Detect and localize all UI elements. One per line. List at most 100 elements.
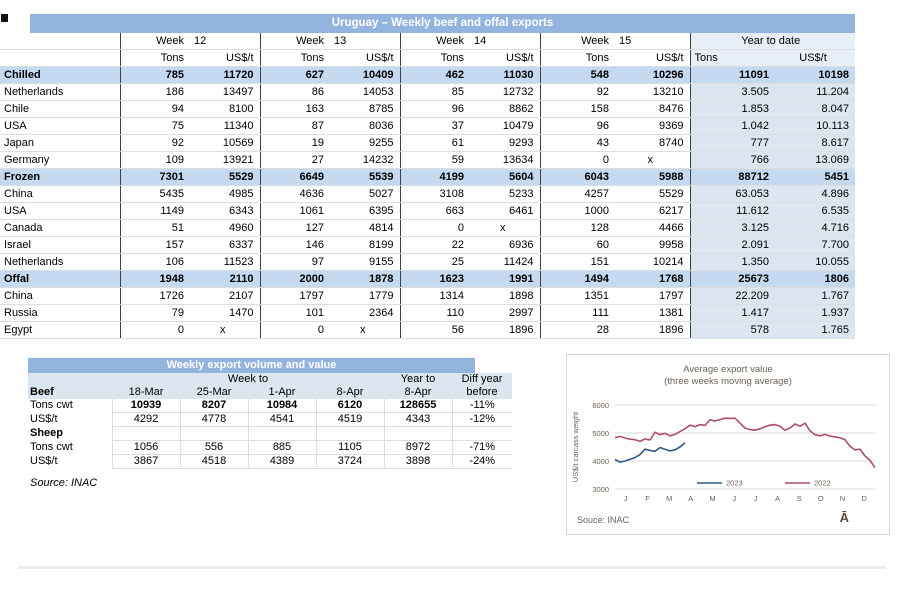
column-header: 25-Mar	[180, 386, 248, 399]
value-cell: 3.125	[690, 220, 775, 237]
value-cell: 1896	[615, 322, 690, 339]
column-header: Year to	[384, 373, 452, 386]
value-cell: 3108	[400, 186, 470, 203]
value-cell: 4389	[248, 455, 316, 469]
value-cell: 92	[120, 135, 190, 152]
column-header	[0, 50, 120, 67]
value-cell: 885	[248, 441, 316, 455]
value-cell: 97	[260, 254, 330, 271]
value-cell: 7.700	[775, 237, 855, 254]
value-cell: 2997	[470, 305, 540, 322]
value-cell: 1878	[330, 271, 400, 288]
value-cell: 157	[120, 237, 190, 254]
value-cell: 6649	[260, 169, 330, 186]
column-header: Week	[400, 33, 470, 50]
value-cell: 1.350	[690, 254, 775, 271]
row-label: China	[0, 186, 120, 203]
row-label: Tons cwt	[28, 441, 112, 455]
column-header: US$/t	[470, 50, 540, 67]
value-cell: 43	[540, 135, 615, 152]
value-cell: 4518	[180, 455, 248, 469]
table-row: US$/t42924778454145194343-12%	[28, 413, 512, 427]
value-cell: 6337	[190, 237, 260, 254]
value-cell: 94	[120, 101, 190, 118]
value-cell	[180, 427, 248, 441]
value-cell: 109	[120, 152, 190, 169]
column-header: Week	[540, 33, 615, 50]
export-value-line-chart: 6000500040003000JFMAMJJASONDUS$/t carcas…	[569, 391, 887, 507]
svg-text:2022: 2022	[814, 479, 831, 488]
column-header: before	[452, 386, 512, 399]
value-cell: 2107	[190, 288, 260, 305]
table-row: Chile948100163878596886215884761.8538.04…	[0, 101, 855, 118]
value-cell: -12%	[452, 413, 512, 427]
table-row: Netherlands10611523979155251142415110214…	[0, 254, 855, 271]
value-cell: 127	[260, 220, 330, 237]
column-header: 12	[190, 33, 260, 50]
svg-text:D: D	[861, 494, 867, 503]
chart-panel: Average export value (three weeks moving…	[566, 354, 890, 535]
value-cell: 22.209	[690, 288, 775, 305]
column-header: 13	[330, 33, 400, 50]
row-label: Germany	[0, 152, 120, 169]
column-header: 15	[615, 33, 690, 50]
value-cell: -24%	[452, 455, 512, 469]
value-cell: 8100	[190, 101, 260, 118]
table-row: Japan92105691992556192934387407778.617	[0, 135, 855, 152]
value-cell: 1896	[470, 322, 540, 339]
weekly-volume-table-head: Week toYear toDiff yearBeef18-Mar25-Mar1…	[28, 373, 512, 399]
row-label: Chile	[0, 101, 120, 118]
value-cell: x	[615, 152, 690, 169]
value-cell: 10.113	[775, 118, 855, 135]
value-cell: 8972	[384, 441, 452, 455]
value-cell: 2000	[260, 271, 330, 288]
value-cell: 85	[400, 84, 470, 101]
row-label: Russia	[0, 305, 120, 322]
value-cell: 6217	[615, 203, 690, 220]
value-cell: 51	[120, 220, 190, 237]
value-cell: 13921	[190, 152, 260, 169]
value-cell: 25	[400, 254, 470, 271]
value-cell: 86	[260, 84, 330, 101]
value-cell: 22	[400, 237, 470, 254]
table-row: Egypt0x0x5618962818965781.765	[0, 322, 855, 339]
value-cell: 1623	[400, 271, 470, 288]
value-cell: 6120	[316, 399, 384, 413]
svg-text:M: M	[666, 494, 672, 503]
table-row: Frozen7301552966495539419956046043598888…	[0, 169, 855, 186]
column-header: Week	[260, 33, 330, 50]
value-cell: 151	[540, 254, 615, 271]
value-cell: 10214	[615, 254, 690, 271]
value-cell: 4778	[180, 413, 248, 427]
value-cell: 10.055	[775, 254, 855, 271]
value-cell: 63.053	[690, 186, 775, 203]
value-cell: 10569	[190, 135, 260, 152]
value-cell: 9293	[470, 135, 540, 152]
section-label: Beef	[28, 386, 112, 399]
value-cell: 163	[260, 101, 330, 118]
value-cell: -71%	[452, 441, 512, 455]
value-cell: 75	[120, 118, 190, 135]
weekly-exports-table-body: Chilled785117206271040946211030548102961…	[0, 67, 855, 339]
table-row: Germany10913921271423259136340x76613.069	[0, 152, 855, 169]
value-cell: 87	[260, 118, 330, 135]
value-cell: 1351	[540, 288, 615, 305]
value-cell: 19	[260, 135, 330, 152]
value-cell: 6461	[470, 203, 540, 220]
value-cell: 1470	[190, 305, 260, 322]
value-cell: 0	[400, 220, 470, 237]
value-cell: 10984	[248, 399, 316, 413]
table-row: Tons cwt109398207109846120128655-11%	[28, 399, 512, 413]
value-cell: 3898	[384, 455, 452, 469]
value-cell: 9255	[330, 135, 400, 152]
value-cell: 11.204	[775, 84, 855, 101]
row-label: China	[0, 288, 120, 305]
value-cell: 4292	[112, 413, 180, 427]
value-cell: 1105	[316, 441, 384, 455]
value-cell: 1.417	[690, 305, 775, 322]
weekly-exports-table: Week12Week13Week14Week15Year to dateTons…	[0, 33, 855, 339]
weekly-volume-table-body: Tons cwt109398207109846120128655-11%US$/…	[28, 399, 512, 469]
value-cell: 27	[260, 152, 330, 169]
value-cell: 8785	[330, 101, 400, 118]
value-cell: 6343	[190, 203, 260, 220]
